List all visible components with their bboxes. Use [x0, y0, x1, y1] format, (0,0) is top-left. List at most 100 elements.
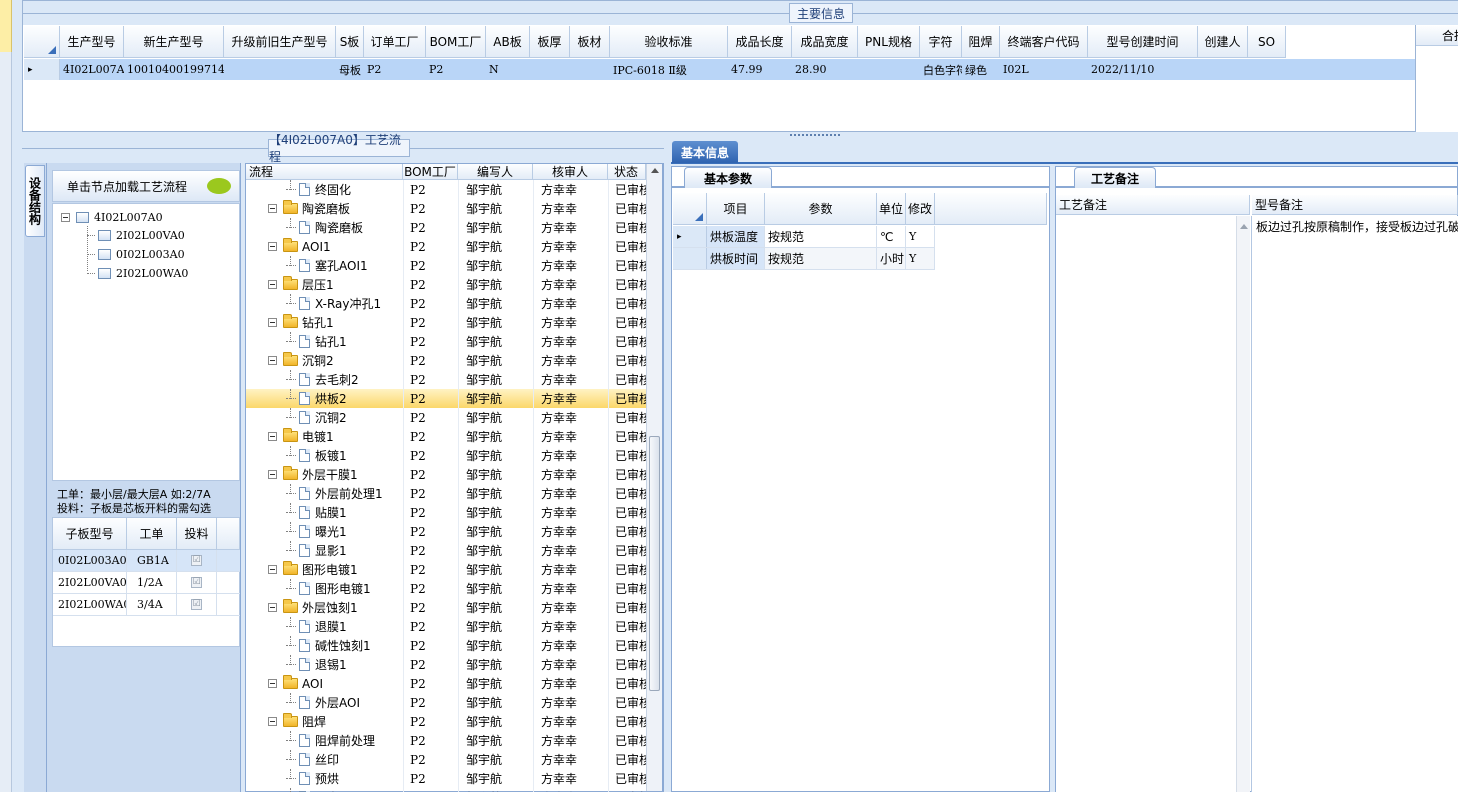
flow-row[interactable]: 退锡1 P2邹宇航方幸幸已审核 [246, 655, 646, 674]
flow-row[interactable]: 外层蚀刻1 P2邹宇航方幸幸已审核 [246, 598, 646, 617]
flow-row[interactable]: 去毛刺2 P2邹宇航方幸幸已审核 [246, 370, 646, 389]
table-row[interactable]: 2I02L00VA0 1/2A ☑ [53, 572, 240, 594]
flow-row[interactable]: AOI1 P2邹宇航方幸幸已审核 [246, 237, 646, 256]
col-reviewer[interactable]: 核审人 [533, 164, 608, 180]
collapse-icon[interactable] [268, 280, 277, 289]
flow-row[interactable]: 阻焊前处理 P2邹宇航方幸幸已审核 [246, 731, 646, 750]
flow-row[interactable]: 曝光1 P2邹宇航方幸幸已审核 [246, 522, 646, 541]
col-header[interactable]: BOM工厂 [426, 26, 486, 58]
col-header[interactable]: 新生产型号 [124, 26, 224, 58]
collapse-icon[interactable] [268, 565, 277, 574]
collapse-icon[interactable] [268, 679, 277, 688]
feed-checkbox[interactable]: ☑ [191, 599, 202, 610]
flow-row[interactable]: 塞孔AOI1 P2邹宇航方幸幸已审核 [246, 256, 646, 275]
scroll-up-icon[interactable] [1240, 224, 1248, 229]
flow-row[interactable]: 板镀1 P2邹宇航方幸幸已审核 [246, 446, 646, 465]
horizontal-splitter[interactable] [22, 132, 1458, 140]
col-header[interactable]: 终端客户代码 [1000, 26, 1088, 58]
flow-row[interactable]: 图形电镀1 P2邹宇航方幸幸已审核 [246, 560, 646, 579]
col-header[interactable]: PNL规格 [858, 26, 920, 58]
collapse-icon[interactable] [268, 242, 277, 251]
flow-row[interactable]: 退膜1 P2邹宇航方幸幸已审核 [246, 617, 646, 636]
collapse-icon[interactable] [61, 212, 70, 222]
tree-child-node[interactable]: 2I02L00VA0 [87, 226, 185, 244]
tree-child-node[interactable]: 0I02L003A0 [87, 245, 185, 263]
collapse-icon[interactable] [268, 356, 277, 365]
col-header[interactable]: 成品长度 [728, 26, 792, 58]
collapse-icon[interactable] [268, 603, 277, 612]
col-header[interactable]: SO [1248, 26, 1286, 58]
feed-checkbox[interactable]: ☑ [191, 555, 202, 566]
col-header[interactable]: 成品宽度 [792, 26, 858, 58]
col-header[interactable]: 字符 [920, 26, 962, 58]
col-feed[interactable]: 投料 [177, 518, 217, 550]
side-header[interactable]: 合拼 [1416, 26, 1458, 46]
tab-basic-params[interactable]: 基本参数 [684, 167, 772, 188]
col-sub-board[interactable]: 子板型号 [53, 518, 127, 550]
tab-basic-info[interactable]: 基本信息 [672, 141, 738, 163]
flow-row[interactable]: 沉铜2 P2邹宇航方幸幸已审核 [246, 351, 646, 370]
tree-child-node[interactable]: 2I02L00WA0 [87, 264, 188, 282]
flow-row[interactable]: 烘板2 P2邹宇航方幸幸已审核 [246, 389, 646, 408]
flow-row[interactable]: 图形电镀1 P2邹宇航方幸幸已审核 [246, 579, 646, 598]
tab-process-remark[interactable]: 工艺备注 [1074, 167, 1156, 188]
select-all-icon[interactable] [695, 213, 703, 221]
col-header[interactable]: 生产型号 [60, 26, 124, 58]
flow-row[interactable]: 陶瓷磨板 P2邹宇航方幸幸已审核 [246, 199, 646, 218]
flow-row[interactable]: 预烘 P2邹宇航方幸幸已审核 [246, 769, 646, 788]
collapse-icon[interactable] [268, 470, 277, 479]
flow-row[interactable]: 终固化 P2邹宇航方幸幸已审核 [246, 180, 646, 199]
flow-row[interactable]: 外层AOI P2邹宇航方幸幸已审核 [246, 693, 646, 712]
collapse-icon[interactable] [268, 432, 277, 441]
param-row[interactable]: ▸ 烘板温度 按规范 ℃ Y [673, 226, 935, 248]
param-row[interactable]: 烘板时间 按规范 小时 Y [673, 248, 935, 270]
col-header[interactable]: 验收标准 [610, 26, 728, 58]
flow-row[interactable]: 外层前处理1 P2邹宇航方幸幸已审核 [246, 484, 646, 503]
tree-root-node[interactable]: 4I02L007A0 [61, 208, 163, 226]
flow-row[interactable]: 钻孔1 P2邹宇航方幸幸已审核 [246, 332, 646, 351]
tab-device-structure[interactable]: 设备结构 [25, 165, 45, 237]
col-header[interactable]: 板厚 [530, 26, 570, 58]
col-modify[interactable]: 修改 [906, 193, 935, 225]
collapse-icon[interactable] [268, 717, 277, 726]
col-item[interactable]: 项目 [707, 193, 765, 225]
flow-row[interactable]: 陶瓷磨板 P2邹宇航方幸幸已审核 [246, 218, 646, 237]
col-flow[interactable]: 流程 [246, 164, 403, 180]
collapse-icon[interactable] [268, 318, 277, 327]
scroll-up-icon[interactable] [651, 168, 659, 173]
flow-row[interactable]: 曝光P2邹宇航方幸幸已审核 [246, 788, 646, 792]
flow-row[interactable]: 阻焊 P2邹宇航方幸幸已审核 [246, 712, 646, 731]
select-all-corner[interactable] [24, 26, 60, 58]
flow-scrollbar[interactable] [646, 164, 662, 791]
col-param[interactable]: 参数 [765, 193, 877, 225]
flow-row[interactable]: 显影1 P2邹宇航方幸幸已审核 [246, 541, 646, 560]
model-remark-input[interactable]: 板边过孔按原稿制作，接受板边过孔破 [1251, 216, 1458, 792]
col-header[interactable]: 型号创建时间 [1088, 26, 1198, 58]
col-header[interactable]: 创建人 [1198, 26, 1248, 58]
vertical-splitter-mid[interactable] [663, 163, 671, 792]
process-remark-input[interactable] [1056, 216, 1236, 792]
flow-row[interactable]: 钻孔1 P2邹宇航方幸幸已审核 [246, 313, 646, 332]
col-work-order[interactable]: 工单 [127, 518, 177, 550]
col-header[interactable]: AB板 [486, 26, 530, 58]
table-row[interactable]: 0I02L003A0 GB1A ☑ [53, 550, 240, 572]
collapse-icon[interactable] [268, 204, 277, 213]
load-process-hint[interactable]: 单击节点加载工艺流程 [52, 170, 240, 202]
feed-checkbox[interactable]: ☑ [191, 577, 202, 588]
flow-row[interactable]: 外层干膜1 P2邹宇航方幸幸已审核 [246, 465, 646, 484]
col-bom-factory[interactable]: BOM工厂 [403, 164, 458, 180]
flow-row[interactable]: 电镀1 P2邹宇航方幸幸已审核 [246, 427, 646, 446]
flow-row[interactable]: 沉铜2 P2邹宇航方幸幸已审核 [246, 408, 646, 427]
col-unit[interactable]: 单位 [877, 193, 906, 225]
col-header[interactable]: 板材 [570, 26, 610, 58]
flow-row[interactable]: 层压1 P2邹宇航方幸幸已审核 [246, 275, 646, 294]
main-info-row[interactable]: ▸4I02L007A010010400199714 母板 P2 P2 N IPC-6018… [24, 59, 1416, 80]
flow-row[interactable]: 碱性蚀刻1 P2邹宇航方幸幸已审核 [246, 636, 646, 655]
flow-row[interactable]: X-Ray冲孔1 P2邹宇航方幸幸已审核 [246, 294, 646, 313]
col-writer[interactable]: 编写人 [458, 164, 533, 180]
scroll-thumb[interactable] [649, 436, 660, 691]
flow-row[interactable]: 丝印 P2邹宇航方幸幸已审核 [246, 750, 646, 769]
col-header[interactable]: 升级前旧生产型号 [224, 26, 336, 58]
remark-scrollbar[interactable] [1236, 216, 1250, 792]
col-header[interactable]: 阻焊 [962, 26, 1000, 58]
